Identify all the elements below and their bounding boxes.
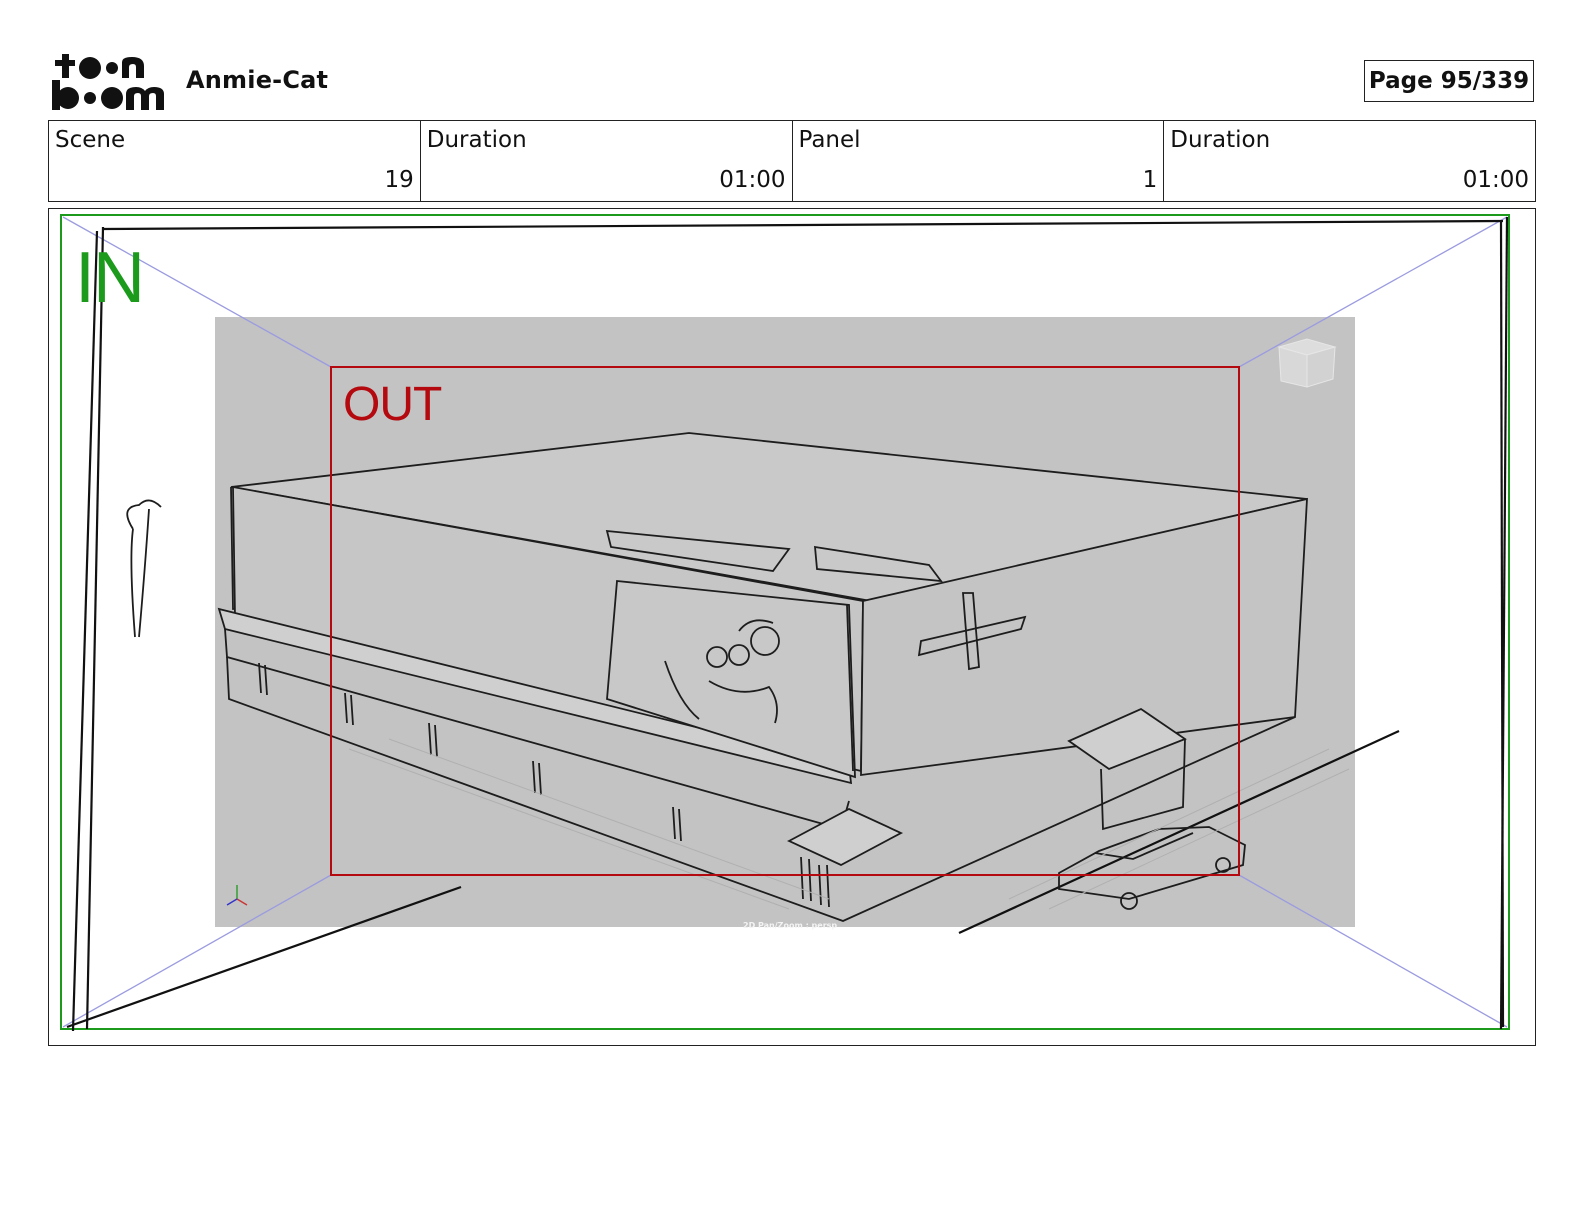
panel-info-table: Scene 19 Duration 01:00 Panel 1 Duration… <box>48 120 1536 202</box>
page-indicator: Page 95/339 <box>1364 60 1534 102</box>
info-label: Duration <box>426 127 527 153</box>
in-frame-label: IN <box>75 238 145 318</box>
page-label: Page <box>1368 68 1433 94</box>
info-value: 19 <box>384 167 414 193</box>
storyboard-panel: IN OUT 2D Pan/Zoom : persp <box>48 208 1536 1046</box>
page-number: 95/339 <box>1440 68 1530 94</box>
info-value: 01:00 <box>719 167 786 193</box>
info-cell-scene: Scene 19 <box>49 121 421 201</box>
info-label: Scene <box>55 127 126 153</box>
info-cell-panel: Panel 1 <box>793 121 1165 201</box>
info-cell-panel-duration: Duration 01:00 <box>1164 121 1535 201</box>
toon-boom-logo <box>52 54 164 110</box>
viewport-caption: 2D Pan/Zoom : persp <box>743 921 838 930</box>
info-label: Duration <box>1170 127 1271 153</box>
info-value: 01:00 <box>1462 167 1529 193</box>
out-frame-label: OUT <box>343 378 442 431</box>
info-cell-scene-duration: Duration 01:00 <box>421 121 793 201</box>
view-cube <box>1277 338 1337 388</box>
info-value: 1 <box>1142 167 1158 193</box>
info-label: Panel <box>798 127 861 153</box>
project-title: Anmie-Cat <box>186 66 329 94</box>
